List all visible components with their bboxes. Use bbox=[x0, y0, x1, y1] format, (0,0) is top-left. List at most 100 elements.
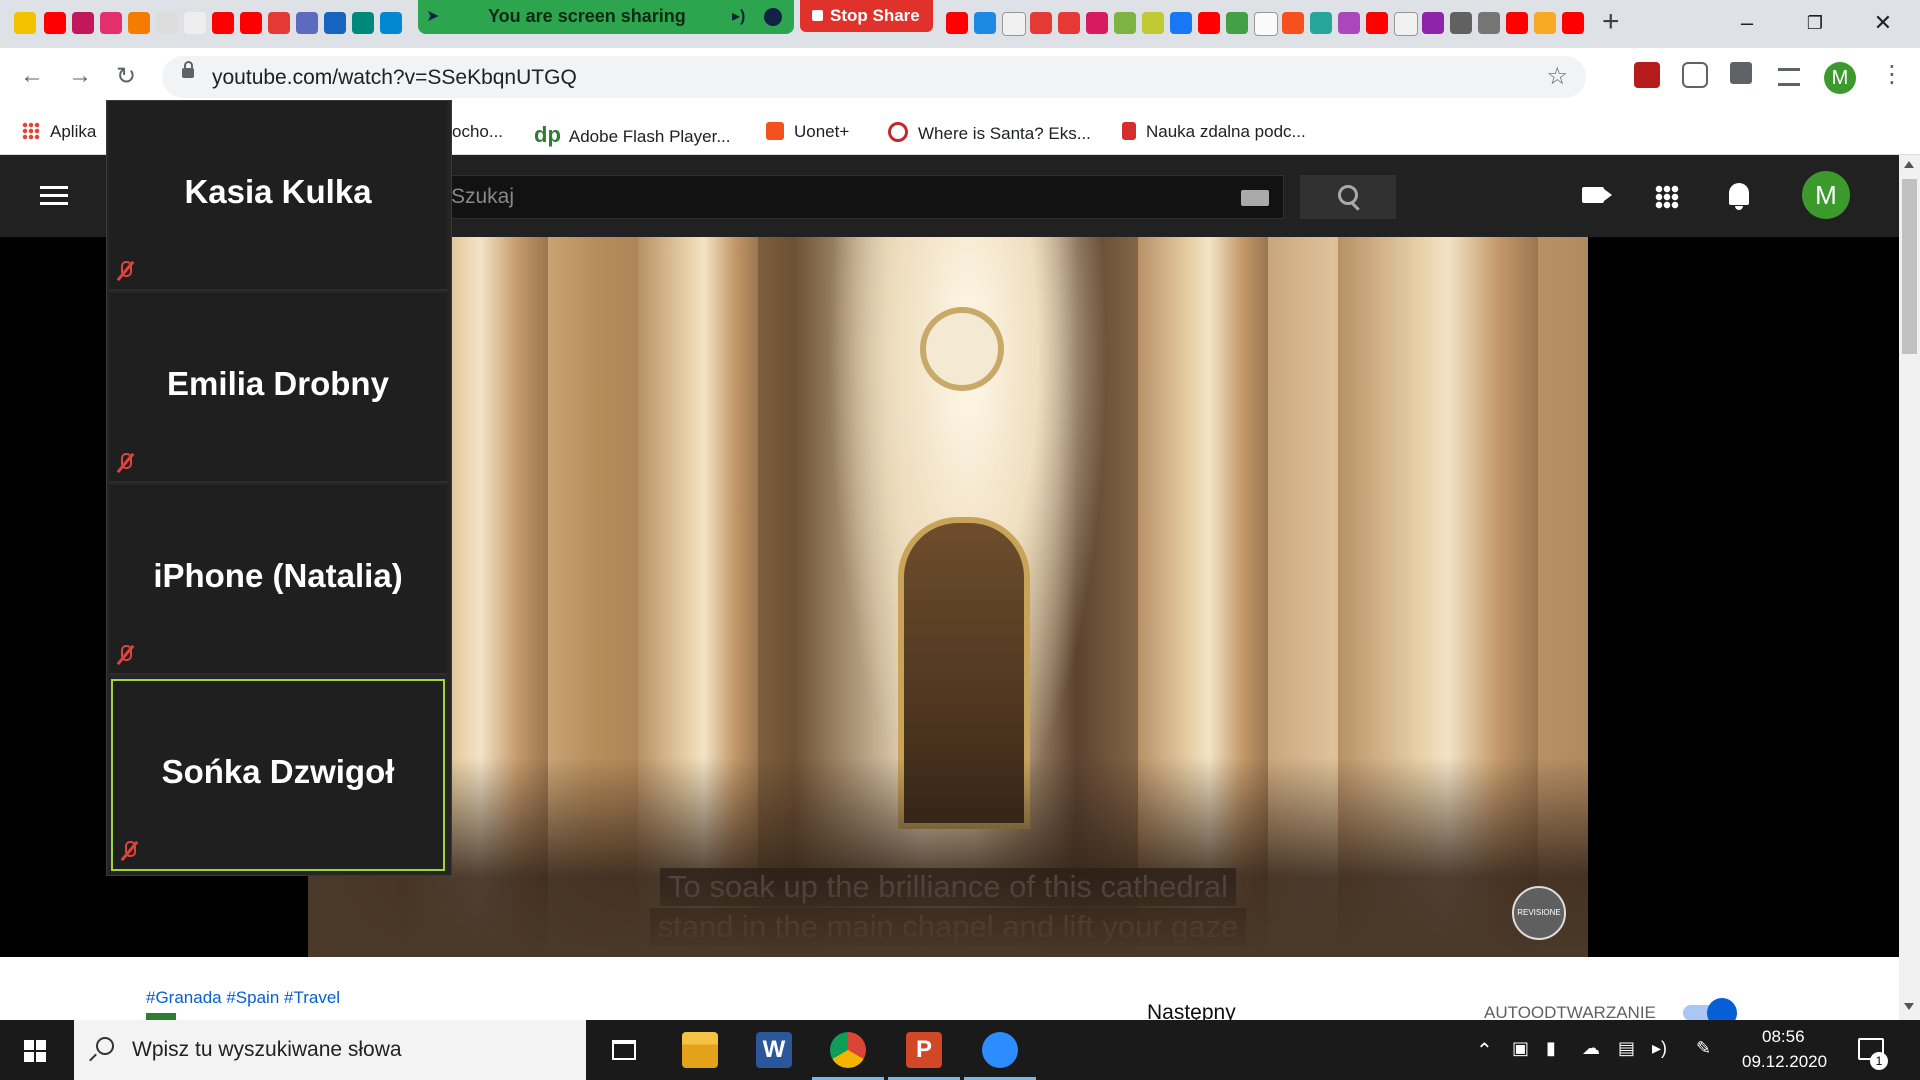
tab-favicon-youtube[interactable] bbox=[44, 12, 66, 34]
pdf-extension-icon[interactable] bbox=[1634, 62, 1660, 88]
video-frame-cathedral[interactable]: To soak up the brilliance of this cathed… bbox=[308, 237, 1588, 957]
tab-favicon[interactable] bbox=[1142, 12, 1164, 34]
tab-favicon[interactable] bbox=[1114, 12, 1136, 34]
participant-tile[interactable]: Kasia Kulka bbox=[109, 101, 447, 291]
more-menu-icon[interactable]: ⋮ bbox=[1880, 60, 1904, 89]
show-hidden-icons-chevron-icon[interactable]: ⌃ bbox=[1476, 1038, 1493, 1063]
youtube-avatar[interactable]: M bbox=[1802, 171, 1850, 219]
tab-favicon-youtube[interactable] bbox=[946, 12, 968, 34]
scroll-down-arrow-icon[interactable] bbox=[1904, 1003, 1914, 1010]
lock-icon[interactable] bbox=[182, 61, 194, 78]
new-tab-button[interactable]: + bbox=[1602, 7, 1620, 37]
task-view-icon[interactable] bbox=[612, 1040, 636, 1060]
pocket-extension-icon[interactable] bbox=[1682, 62, 1708, 88]
participant-tile-active-speaker[interactable]: Sońka Dzwigoł bbox=[111, 679, 445, 871]
tab-favicon[interactable] bbox=[184, 12, 206, 34]
tab-favicon[interactable] bbox=[156, 12, 178, 34]
profile-avatar[interactable]: M bbox=[1824, 62, 1856, 94]
tab-favicon[interactable] bbox=[1478, 12, 1500, 34]
network-icon[interactable]: ▤ bbox=[1618, 1038, 1635, 1059]
keyboard-icon[interactable] bbox=[1241, 190, 1269, 206]
participant-tile[interactable]: iPhone (Natalia) bbox=[109, 485, 447, 675]
bookmark-uonet[interactable]: Uonet+ bbox=[766, 122, 849, 142]
tab-favicon-youtube[interactable] bbox=[212, 12, 234, 34]
participant-tile[interactable]: Emilia Drobny bbox=[109, 293, 447, 483]
menu-icon[interactable] bbox=[40, 186, 68, 206]
tab-favicon-youtube[interactable] bbox=[240, 12, 262, 34]
notifications-bell-icon[interactable] bbox=[1729, 183, 1749, 210]
bookmark-nauka-zdalna[interactable]: Nauka zdalna podc... bbox=[1122, 122, 1306, 142]
bookmark-apps[interactable]: Aplika bbox=[22, 122, 96, 142]
bookmark-adobe-flash[interactable]: dp Adobe Flash Player... bbox=[534, 122, 730, 148]
apps-grid-icon[interactable] bbox=[1655, 185, 1679, 209]
volume-icon[interactable]: ▸) bbox=[1652, 1038, 1667, 1059]
tab-favicon[interactable] bbox=[1282, 12, 1304, 34]
tab-favicon-youtube[interactable] bbox=[1506, 12, 1528, 34]
chrome-icon[interactable] bbox=[812, 1032, 884, 1080]
tab-favicon[interactable] bbox=[1450, 12, 1472, 34]
taskbar-search-box[interactable]: Wpisz tu wyszukiwane słowa bbox=[74, 1020, 586, 1080]
tab-favicon[interactable] bbox=[380, 12, 402, 34]
tab-favicon[interactable] bbox=[128, 12, 150, 34]
stop-share-button[interactable]: Stop Share bbox=[800, 0, 933, 32]
clock-date[interactable]: 09.12.2020 bbox=[1742, 1052, 1827, 1072]
tab-favicon-youtube[interactable] bbox=[1198, 12, 1220, 34]
search-button[interactable] bbox=[1300, 175, 1396, 219]
tab-favicon[interactable] bbox=[14, 12, 36, 34]
media-controls-icon[interactable] bbox=[1778, 68, 1800, 86]
forward-arrow-icon[interactable]: → bbox=[68, 62, 92, 90]
restore-button[interactable]: ❐ bbox=[1790, 8, 1840, 38]
windows-start-icon[interactable] bbox=[24, 1040, 46, 1062]
tab-favicon[interactable] bbox=[1226, 12, 1248, 34]
tab-favicon[interactable] bbox=[352, 12, 374, 34]
back-arrow-icon[interactable]: ← bbox=[20, 62, 44, 90]
word-icon[interactable]: W bbox=[756, 1032, 792, 1068]
search-input[interactable]: Szukaj bbox=[440, 175, 1284, 219]
tab-favicon-google[interactable] bbox=[1002, 12, 1026, 36]
close-window-button[interactable]: ✕ bbox=[1858, 8, 1908, 38]
tab-favicon[interactable] bbox=[1310, 12, 1332, 34]
clock-time[interactable]: 08:56 bbox=[1762, 1027, 1805, 1047]
speaker-icon[interactable]: ▸) bbox=[732, 6, 745, 26]
tab-favicon[interactable] bbox=[324, 12, 346, 34]
extensions-puzzle-icon[interactable] bbox=[1730, 62, 1752, 84]
page-scrollbar[interactable] bbox=[1899, 155, 1920, 1020]
tab-favicon-facebook[interactable] bbox=[1170, 12, 1192, 34]
video-hashtags[interactable]: #Granada #Spain #Travel bbox=[146, 988, 340, 1008]
shield-icon[interactable] bbox=[764, 8, 782, 26]
minimize-button[interactable]: – bbox=[1722, 8, 1772, 38]
url-text[interactable]: youtube.com/watch?v=SSeKbqnUTGQ bbox=[212, 66, 577, 90]
meet-now-icon[interactable]: ▣ bbox=[1512, 1038, 1529, 1059]
channel-watermark[interactable]: REVISIONE bbox=[1512, 886, 1566, 940]
address-bar[interactable]: youtube.com/watch?v=SSeKbqnUTGQ ☆ bbox=[162, 56, 1586, 98]
zoom-participants-panel[interactable]: Kasia Kulka Emilia Drobny iPhone (Natali… bbox=[106, 100, 452, 876]
file-explorer-icon[interactable] bbox=[682, 1032, 718, 1068]
tab-favicon[interactable] bbox=[1338, 12, 1360, 34]
tab-favicon[interactable] bbox=[1058, 12, 1080, 34]
scrollbar-thumb[interactable] bbox=[1902, 179, 1917, 354]
tab-favicon-google[interactable] bbox=[1394, 12, 1418, 36]
tab-favicon[interactable] bbox=[1254, 12, 1278, 36]
reload-icon[interactable]: ↻ bbox=[116, 62, 136, 91]
tab-favicon[interactable] bbox=[1086, 12, 1108, 34]
zoom-app-icon[interactable] bbox=[964, 1032, 1036, 1080]
tab-favicon[interactable] bbox=[1030, 12, 1052, 34]
tab-favicon[interactable] bbox=[974, 12, 996, 34]
create-video-icon[interactable] bbox=[1582, 187, 1612, 203]
tab-favicon[interactable] bbox=[1422, 12, 1444, 34]
screen-sharing-bar[interactable]: ➤ You are screen sharing ▸) bbox=[418, 0, 794, 34]
tab-favicon[interactable] bbox=[296, 12, 318, 34]
tab-favicon-youtube[interactable] bbox=[1366, 12, 1388, 34]
onedrive-cloud-icon[interactable]: ☁ bbox=[1582, 1038, 1600, 1059]
scroll-up-arrow-icon[interactable] bbox=[1904, 161, 1914, 168]
bookmark-star-icon[interactable]: ☆ bbox=[1546, 62, 1568, 91]
bookmark-item[interactable]: ocho... bbox=[452, 122, 503, 142]
bookmark-where-is-santa[interactable]: Where is Santa? Eks... bbox=[888, 122, 1091, 144]
battery-icon[interactable]: ▮ bbox=[1546, 1038, 1556, 1059]
powerpoint-icon[interactable]: P bbox=[888, 1032, 960, 1080]
pen-workspace-icon[interactable]: ✎ bbox=[1696, 1038, 1711, 1059]
tab-favicon[interactable] bbox=[100, 12, 122, 34]
tab-favicon[interactable] bbox=[268, 12, 290, 34]
tab-favicon-youtube[interactable] bbox=[1562, 12, 1584, 34]
tab-favicon[interactable] bbox=[72, 12, 94, 34]
